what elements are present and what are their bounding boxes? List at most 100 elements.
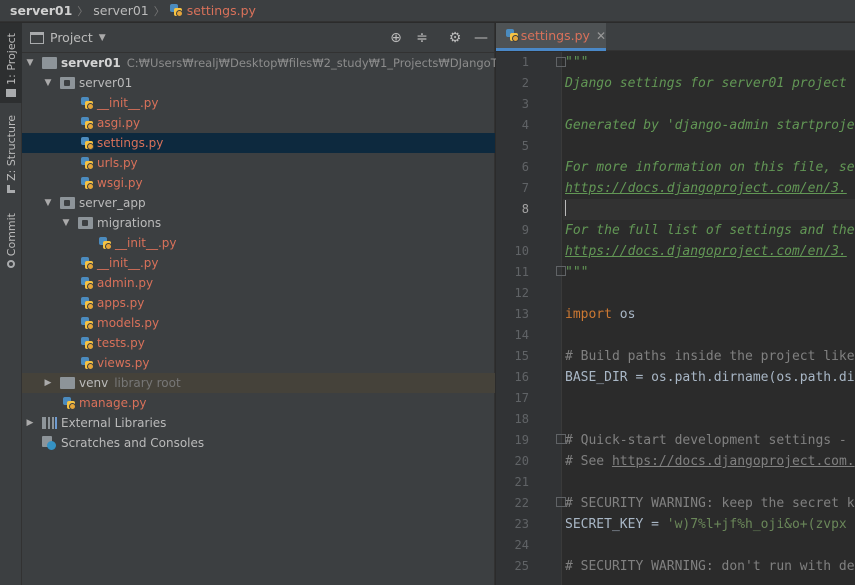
line-number: 25	[514, 559, 529, 573]
tree-row-file[interactable]: models.py	[22, 313, 495, 333]
tree-row-root[interactable]: ▼ server01 C:₩Users₩realj₩Desktop₩files₩2…	[22, 53, 552, 73]
tree-label: venv library root	[79, 376, 181, 390]
tree-row-file[interactable]: tests.py	[22, 333, 495, 353]
tree-row-file[interactable]: urls.py	[22, 153, 495, 173]
tree-label: __init__.py	[115, 236, 177, 250]
module-name: os	[619, 307, 636, 322]
tree-label: urls.py	[97, 156, 138, 170]
tree-label: migrations	[97, 216, 162, 230]
python-file-icon	[81, 97, 94, 110]
tab-project[interactable]: 1: Project	[0, 23, 22, 103]
line-number: 11	[514, 265, 529, 279]
tab-project-label: 1: Project	[4, 33, 18, 85]
tree-row-file[interactable]: __init__.py	[22, 233, 495, 253]
line-number: 21	[514, 475, 529, 489]
code-line: # Quick-start development settings -	[565, 433, 847, 448]
line-number: 9	[521, 223, 529, 237]
gear-icon[interactable]: ⚙	[447, 30, 463, 46]
code-area[interactable]: """ Django settings for server01 project…	[563, 52, 855, 585]
minimize-icon[interactable]: —	[473, 30, 489, 46]
breadcrumb-folder[interactable]: server01	[93, 3, 148, 18]
python-file-icon	[81, 177, 94, 190]
tree-label: __init__.py	[97, 96, 159, 110]
tree-row-venv[interactable]: ▶ venv library root	[22, 373, 495, 393]
tree-row-file[interactable]: manage.py	[22, 393, 495, 413]
docs-link[interactable]: https://docs.djangoproject.com/en/3.	[565, 244, 847, 259]
tree-row-dir[interactable]: ▼ server_app	[22, 193, 495, 213]
python-file-icon	[506, 29, 519, 42]
line-number: 8	[521, 202, 529, 216]
close-icon[interactable]: ✕	[596, 29, 606, 43]
chevron-down-icon[interactable]: ▼	[42, 73, 54, 93]
tree-row-file[interactable]: apps.py	[22, 293, 495, 313]
code-line: For the full list of settings and the	[565, 223, 855, 238]
tab-structure[interactable]: Z: Structure	[0, 115, 22, 195]
scratches-icon	[42, 436, 56, 450]
line-number: 22	[514, 496, 529, 510]
line-number: 20	[514, 454, 529, 468]
breadcrumb-project[interactable]: server01	[10, 3, 72, 18]
tree-row-external-libraries[interactable]: ▶ External Libraries	[22, 413, 495, 433]
tree-label: asgi.py	[97, 116, 141, 130]
line-number: 1	[521, 55, 529, 69]
secret-key-value: 'w)7%l+jf%h_oji&o+(zvpx	[666, 517, 847, 532]
python-file-icon	[81, 257, 94, 270]
project-panel: Project ▼ ⊕ ≑ ⚙ — ▼ server01 C:₩Users₩rea…	[22, 23, 552, 585]
breadcrumb-file[interactable]: settings.py	[187, 3, 256, 18]
tool-window-strip: 1: Project Z: Structure Commit	[0, 23, 22, 585]
tab-label: settings.py	[520, 28, 590, 43]
code-line: BASE_DIR = os.path.dirname(os.path.di	[565, 370, 855, 385]
python-file-icon	[81, 117, 94, 130]
keyword-import: import	[565, 307, 612, 322]
chevron-down-icon[interactable]: ▼	[60, 213, 72, 233]
line-number: 13	[514, 307, 529, 321]
locate-icon[interactable]: ⊕	[388, 30, 404, 46]
project-panel-header: Project ▼ ⊕ ≑ ⚙ —	[22, 23, 494, 53]
docs-link[interactable]: https://docs.djangoproject.com/en/3.	[565, 181, 847, 196]
folder-icon	[6, 88, 16, 97]
chevron-down-icon[interactable]: ▼	[99, 33, 106, 43]
tab-settings-py[interactable]: settings.py ✕	[496, 23, 606, 51]
docs-link[interactable]: https://docs.djangoproject.com.	[612, 454, 855, 469]
breadcrumb: server01 〉 server01 〉 settings.py	[0, 0, 855, 22]
folder-icon	[60, 377, 75, 389]
tree-row-file-selected[interactable]: settings.py	[22, 133, 495, 153]
python-file-icon	[81, 357, 94, 370]
python-file-icon	[169, 4, 183, 17]
tree-row-scratches[interactable]: Scratches and Consoles	[22, 433, 495, 453]
chevron-down-icon[interactable]: ▼	[42, 193, 54, 213]
tree-row-file[interactable]: wsgi.py	[22, 173, 495, 193]
python-file-icon	[81, 277, 94, 290]
project-panel-title[interactable]: Project	[50, 30, 93, 45]
python-file-icon	[81, 317, 94, 330]
folder-icon	[78, 217, 93, 229]
tree-row-file[interactable]: __init__.py	[22, 253, 495, 273]
tree-label: External Libraries	[61, 416, 167, 430]
collapse-icon[interactable]: ≑	[414, 30, 430, 46]
tree-label: Scratches and Consoles	[61, 436, 205, 450]
tree-row-file[interactable]: admin.py	[22, 273, 495, 293]
tab-commit[interactable]: Commit	[0, 213, 22, 273]
tree-row-dir[interactable]: ▼ migrations	[22, 213, 495, 233]
tab-structure-label: Z: Structure	[4, 115, 18, 181]
chevron-down-icon[interactable]: ▼	[24, 53, 36, 73]
editor-tab-bar: settings.py ✕	[496, 23, 855, 51]
line-number: 3	[521, 97, 529, 111]
tree-row-file[interactable]: asgi.py	[22, 113, 495, 133]
tree-row-file[interactable]: __init__.py	[22, 93, 495, 113]
chevron-right-icon[interactable]: ▶	[42, 373, 54, 393]
line-number: 14	[514, 328, 529, 342]
line-number: 23	[514, 517, 529, 531]
folder-icon	[60, 197, 75, 209]
tree-label: server_app	[79, 196, 146, 210]
chevron-right-icon[interactable]: ▶	[24, 413, 36, 433]
line-number: 12	[514, 286, 529, 300]
tree-label: server01	[79, 76, 133, 90]
secret-key-assign: SECRET_KEY =	[565, 517, 667, 532]
tree-row-dir[interactable]: ▼ server01	[22, 73, 495, 93]
tree-row-file[interactable]: views.py	[22, 353, 495, 373]
